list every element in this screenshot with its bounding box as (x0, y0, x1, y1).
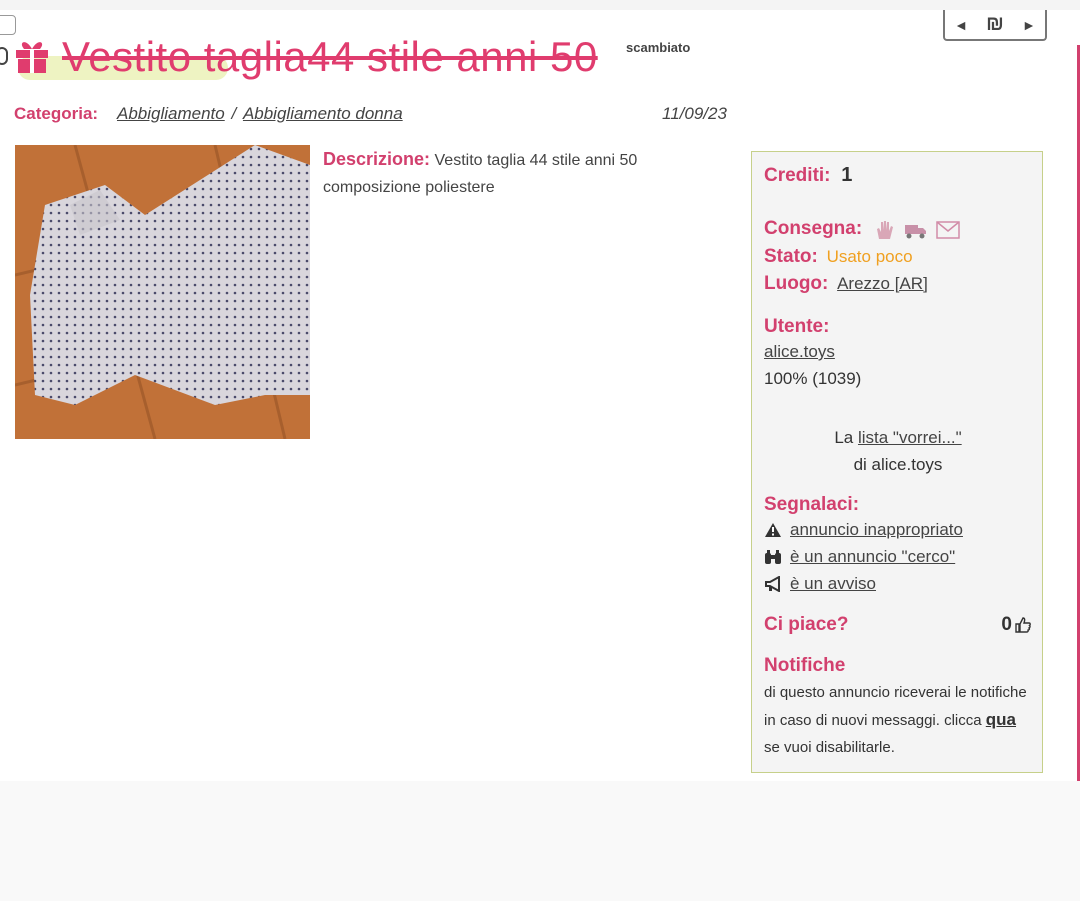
wishlist-link[interactable]: lista "vorrei..." (858, 428, 962, 447)
page-footer-area (0, 781, 1080, 901)
report-item[interactable]: è un annuncio "cerco" (764, 547, 955, 567)
prev-item-button[interactable]: ◄ (954, 17, 968, 33)
credits-value: 1 (841, 164, 853, 186)
truck-icon (904, 224, 926, 239)
status-badge: scambiato (626, 40, 691, 55)
credits-row: Crediti: 1 (764, 164, 852, 187)
page-title: Vestito taglia44 stile anni 50 (62, 33, 598, 80)
description-label: Descrizione: (323, 149, 431, 169)
next-item-button[interactable]: ► (1022, 17, 1036, 33)
gift-icon (16, 42, 48, 73)
report-item[interactable]: è un avviso (764, 574, 876, 594)
user-label: Utente: (764, 316, 830, 337)
mail-icon (936, 220, 961, 239)
megaphone-icon (765, 576, 780, 592)
thumbs-up-icon[interactable] (1014, 616, 1032, 634)
hand-icon (876, 220, 893, 239)
report-search-ad-link[interactable]: è un annuncio "cerco" (790, 547, 955, 567)
report-inappropriate-link[interactable]: annuncio inappropriato (790, 520, 963, 540)
delivery-label: Consegna: (764, 218, 863, 239)
credits-label: Crediti: (764, 165, 831, 186)
item-navigation: ◄ ₪ ► (943, 10, 1047, 41)
wishlist-owner-row: di alice.toys (752, 451, 1044, 478)
report-label: Segnalaci: (764, 494, 860, 515)
like-row: Ci piace? (764, 614, 848, 636)
report-notice-link[interactable]: è un avviso (790, 574, 876, 594)
disable-notifications-link[interactable]: qua (986, 710, 1016, 729)
notifications-suffix: se vuoi disabilitarle. (764, 739, 895, 756)
like-label: Ci piace? (764, 614, 849, 635)
place-label: Luogo: (764, 273, 829, 294)
top-strip (0, 0, 1080, 10)
category-link-sub[interactable]: Abbigliamento donna (243, 104, 403, 123)
category-label: Categoria: (14, 104, 99, 123)
user-link[interactable]: alice.toys (764, 342, 835, 361)
like-count: 0 (1001, 614, 1012, 635)
warning-icon (765, 523, 781, 537)
notifications-label: Notifiche (764, 655, 846, 676)
user-rating: 100% (1039) (764, 369, 862, 388)
page-title-row: Vestito taglia44 stile anni 50 (14, 28, 598, 88)
exchange-icon[interactable]: ₪ (986, 13, 1004, 36)
info-panel: Crediti: 1 Consegna: Stato: Usato poco L… (751, 151, 1043, 773)
item-photo[interactable] (15, 145, 310, 439)
user-row: alice.toys (764, 342, 835, 362)
place-row: Luogo: Arezzo [AR] (764, 273, 928, 295)
rating-row: 100% (1039) (764, 369, 861, 389)
report-item[interactable]: annuncio inappropriato (764, 520, 963, 540)
state-row: Stato: Usato poco (764, 246, 913, 268)
like-counter[interactable]: 0 (1001, 614, 1032, 636)
wishlist-prefix: La (834, 428, 854, 447)
description: Descrizione: Vestito taglia 44 stile ann… (323, 146, 723, 201)
binoculars-icon (765, 550, 781, 564)
notifications-text: di questo annuncio riceverai le notifich… (764, 679, 1034, 761)
wishlist-owner: di alice.toys (853, 455, 943, 474)
notif-label-row: Notifiche (764, 655, 845, 677)
state-label: Stato: (764, 246, 818, 267)
post-date: 11/09/23 (662, 104, 727, 123)
place-link[interactable]: Arezzo [AR] (837, 274, 928, 293)
breadcrumb: Categoria: Abbigliamento / Abbigliamento… (14, 104, 403, 124)
edge-marker (0, 47, 8, 65)
breadcrumb-separator: / (231, 104, 237, 123)
state-value: Usato poco (826, 247, 913, 266)
user-label-row: Utente: (764, 316, 829, 338)
delivery-row: Consegna: (764, 218, 961, 241)
report-label-row: Segnalaci: (764, 494, 859, 516)
category-link-main[interactable]: Abbigliamento (117, 104, 225, 123)
wishlist-row: La lista "vorrei..." (752, 424, 1044, 451)
